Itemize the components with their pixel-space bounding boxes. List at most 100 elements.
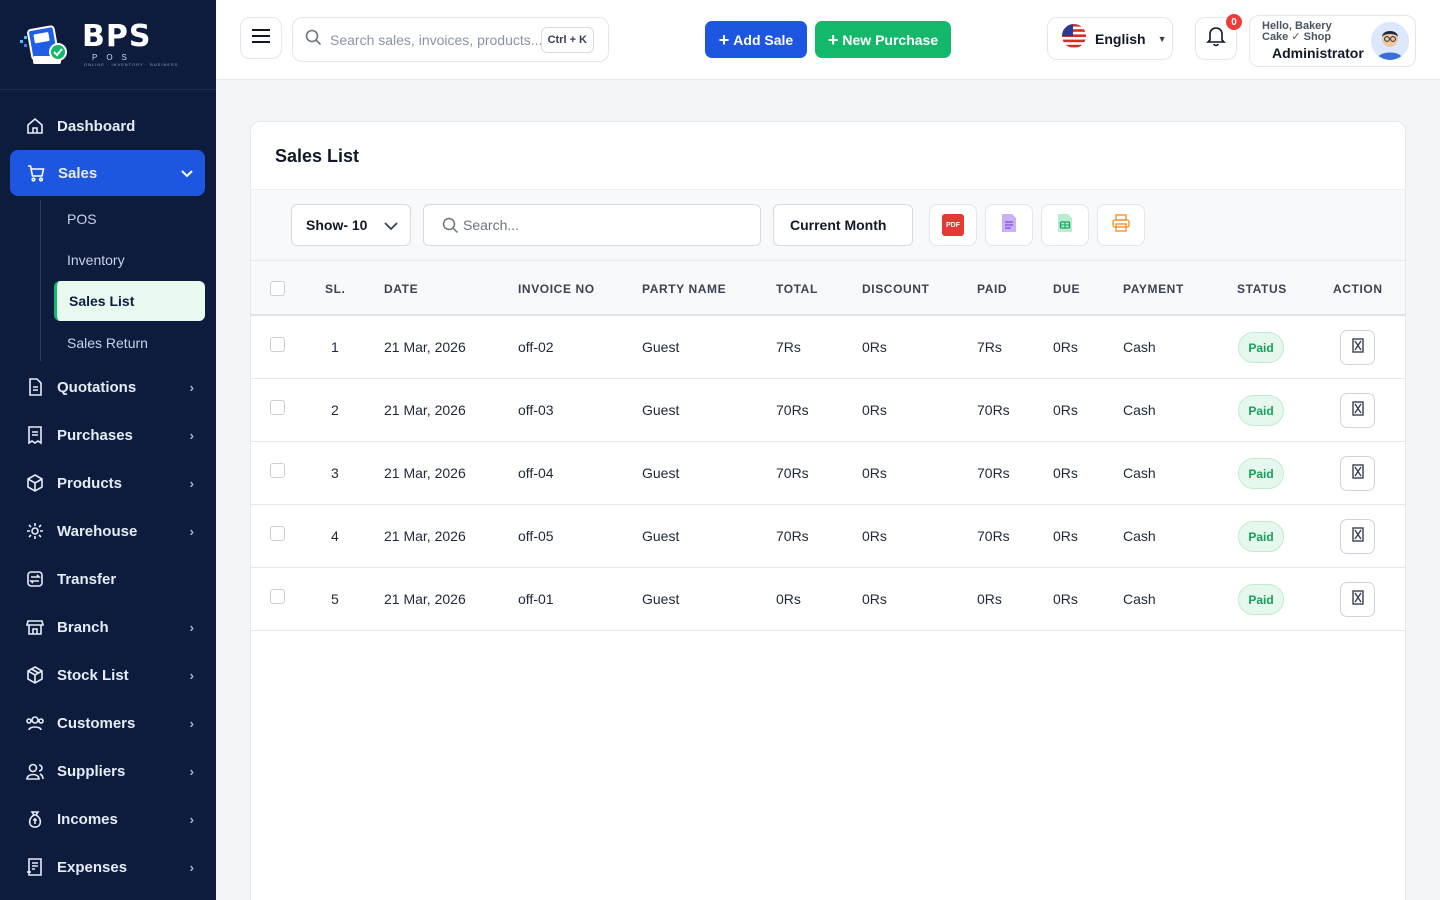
cell-party: Guest [642, 591, 680, 607]
submenu-item-inventory[interactable]: Inventory [54, 239, 205, 280]
col-party-name[interactable]: PARTY NAME [642, 282, 726, 296]
language-label: English [1095, 30, 1146, 47]
chevron-down-icon [384, 217, 398, 238]
plus-icon: + [827, 29, 839, 50]
row-action-button[interactable] [1340, 519, 1375, 554]
cell-date: 21 Mar, 2026 [384, 591, 466, 607]
row-action-button[interactable] [1340, 456, 1375, 491]
sidebar-item-stock-list[interactable]: Stock List › [0, 651, 216, 699]
submenu-item-pos[interactable]: POS [54, 198, 205, 239]
new-purchase-button[interactable]: + New Purchase [815, 21, 951, 58]
cell-party: Guest [642, 402, 680, 418]
language-selector[interactable]: English ▼ [1047, 17, 1173, 60]
cell-total: 7Rs [776, 339, 801, 355]
sidebar-item-branch[interactable]: Branch › [0, 603, 216, 651]
col-due[interactable]: DUE [1053, 282, 1080, 296]
suppliers-icon [25, 761, 45, 781]
export-pdf-button[interactable]: PDF [929, 204, 977, 246]
expense-icon [25, 857, 45, 877]
sidebar-item-expenses[interactable]: Expenses › [0, 843, 216, 891]
row-checkbox[interactable] [270, 526, 285, 541]
print-button[interactable] [1097, 204, 1145, 246]
page-size-select[interactable]: Show- 10 [291, 204, 411, 246]
cell-paid: 70Rs [977, 528, 1010, 544]
cell-sl: 4 [331, 528, 339, 544]
sidebar-item-sales[interactable]: Sales [10, 150, 205, 196]
row-checkbox[interactable] [270, 463, 285, 478]
status-badge: Paid [1238, 332, 1284, 363]
cell-sl: 1 [331, 339, 339, 355]
table-search-input[interactable]: Search... [423, 204, 761, 246]
row-action-button[interactable] [1340, 330, 1375, 365]
sidebar-item-dashboard[interactable]: Dashboard [0, 102, 216, 150]
status-badge: Paid [1238, 584, 1284, 615]
cell-date: 21 Mar, 2026 [384, 465, 466, 481]
hourglass-icon [1351, 337, 1364, 358]
cell-discount: 0Rs [862, 402, 887, 418]
pdf-icon: PDF [942, 214, 964, 236]
row-checkbox[interactable] [270, 400, 285, 415]
col-invoice-no[interactable]: INVOICE NO [518, 282, 595, 296]
menu-toggle-button[interactable] [240, 17, 282, 59]
cart-icon [26, 163, 46, 183]
col-total[interactable]: TOTAL [776, 282, 818, 296]
chevron-right-icon: › [189, 763, 194, 779]
col-discount[interactable]: DISCOUNT [862, 282, 929, 296]
chevron-right-icon: › [189, 523, 194, 539]
sidebar-item-incomes[interactable]: Incomes › [0, 795, 216, 843]
period-filter-select[interactable]: Current Month [773, 204, 913, 246]
col-paid[interactable]: PAID [977, 282, 1007, 296]
warehouse-icon [25, 521, 45, 541]
row-checkbox[interactable] [270, 589, 285, 604]
us-flag-icon [1062, 24, 1086, 53]
table-row: 1 21 Mar, 2026 off-02 Guest 7Rs 0Rs 7Rs … [251, 316, 1405, 379]
cell-date: 21 Mar, 2026 [384, 528, 466, 544]
avatar [1371, 22, 1409, 60]
sidebar: BPS POS ONLINE · INVENTORY · BUSINESS Da… [0, 0, 216, 900]
cell-sl: 3 [331, 465, 339, 481]
submenu-item-sales-return[interactable]: Sales Return [54, 322, 205, 363]
cell-total: 70Rs [776, 528, 809, 544]
chevron-right-icon: › [189, 427, 194, 443]
global-search-input[interactable]: Search sales, invoices, products... Ctrl… [292, 17, 609, 62]
cell-discount: 0Rs [862, 528, 887, 544]
cell-paid: 70Rs [977, 402, 1010, 418]
col-date[interactable]: DATE [384, 282, 418, 296]
hourglass-icon [1351, 400, 1364, 421]
sidebar-item-quotations[interactable]: Quotations › [0, 363, 216, 411]
brand-sub: POS [92, 53, 136, 62]
row-checkbox[interactable] [270, 337, 285, 352]
sidebar-item-transfer[interactable]: Transfer [0, 555, 216, 603]
col-sl[interactable]: SL. [325, 282, 345, 296]
cell-paid: 7Rs [977, 339, 1002, 355]
export-csv-button[interactable] [985, 204, 1033, 246]
hourglass-icon [1351, 463, 1364, 484]
cell-total: 70Rs [776, 465, 809, 481]
export-excel-button[interactable] [1041, 204, 1089, 246]
search-icon [305, 29, 322, 51]
add-sale-button[interactable]: + Add Sale [705, 21, 807, 58]
shortcut-badge: Ctrl + K [540, 26, 594, 53]
cell-invoice: off-02 [518, 339, 554, 355]
row-action-button[interactable] [1340, 582, 1375, 617]
cell-payment: Cash [1123, 339, 1156, 355]
select-all-checkbox[interactable] [270, 281, 285, 296]
user-menu[interactable]: Hello, Bakery Cake ✓ Shop Administrator [1249, 15, 1416, 67]
box-icon [25, 473, 45, 493]
sidebar-item-suppliers[interactable]: Suppliers › [0, 747, 216, 795]
notifications-button[interactable]: 0 [1195, 14, 1242, 60]
sidebar-item-purchases[interactable]: Purchases › [0, 411, 216, 459]
submenu-item-sales-list[interactable]: Sales List [54, 281, 205, 321]
chevron-right-icon: › [189, 715, 194, 731]
sidebar-item-products[interactable]: Products › [0, 459, 216, 507]
col-status[interactable]: STATUS [1237, 282, 1287, 296]
row-action-button[interactable] [1340, 393, 1375, 428]
sidebar-item-customers[interactable]: Customers › [0, 699, 216, 747]
col-payment[interactable]: PAYMENT [1123, 282, 1184, 296]
sales-table: SL. DATE INVOICE NO PARTY NAME TOTAL DIS… [251, 260, 1405, 631]
chevron-right-icon: › [189, 811, 194, 827]
store-icon [25, 617, 45, 637]
sidebar-item-warehouse[interactable]: Warehouse › [0, 507, 216, 555]
brand-logo[interactable]: BPS POS ONLINE · INVENTORY · BUSINESS [0, 0, 216, 90]
col-action[interactable]: ACTION [1333, 282, 1383, 296]
